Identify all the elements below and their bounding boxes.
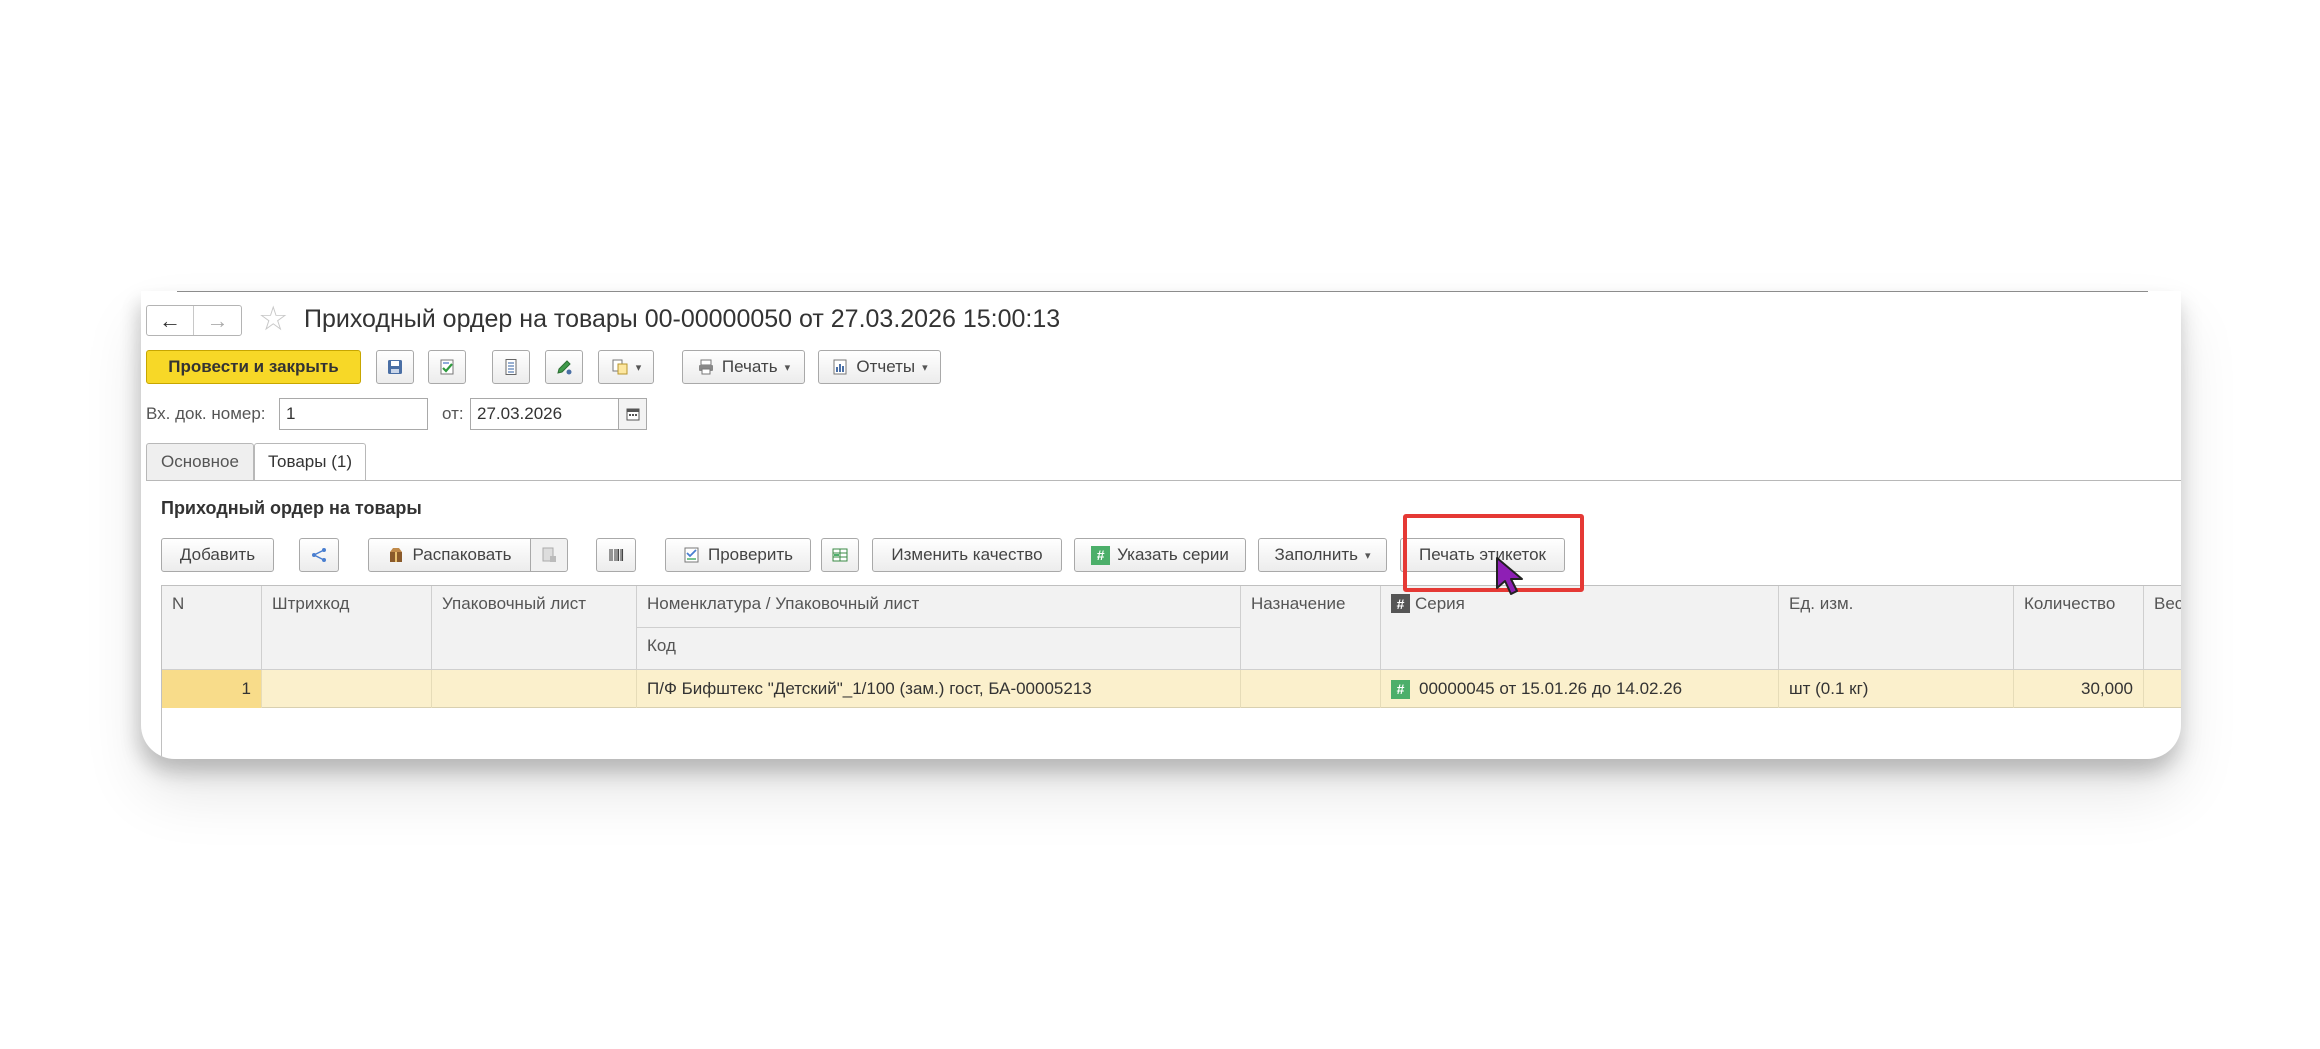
save-icon [388, 360, 402, 374]
section-title: Приходный ордер на товары [161, 498, 422, 518]
print-button-label: Печать [721, 357, 778, 376]
check-button[interactable]: Проверить [665, 538, 811, 572]
navigation-buttons: ← → [146, 305, 242, 336]
column-header-barcode[interactable]: Штрихкод [262, 586, 432, 670]
save-button[interactable] [376, 350, 414, 384]
chevron-down-icon: ▾ [635, 361, 642, 374]
list-document-icon [505, 359, 517, 375]
post-and-close-button[interactable]: Провести и закрыть [146, 350, 361, 384]
incoming-doc-number-label: Вх. док. номер: [146, 404, 266, 423]
cell-n[interactable]: 1 [162, 670, 262, 708]
series-hash-icon: # [1091, 545, 1111, 565]
reports-button-label: Отчеты [856, 357, 916, 376]
series-hash-icon: # [1391, 679, 1410, 699]
unpack-button[interactable]: Распаковать [368, 538, 531, 572]
report-icon [833, 359, 847, 375]
print-button[interactable]: Печать ▾ [682, 350, 805, 384]
table-compare-icon [832, 548, 848, 562]
column-header-unit[interactable]: Ед. изм. [1779, 586, 2014, 670]
column-header-series[interactable]: # Серия [1381, 586, 1779, 670]
packing-list-icon [542, 547, 556, 562]
document-window: ← → ☆ Приходный ордер на товары 00-00000… [141, 291, 2181, 759]
packing-list-button[interactable] [530, 538, 568, 572]
check-button-label: Проверить [707, 545, 794, 564]
column-header-weight[interactable]: Вес [2144, 586, 2181, 670]
split-icon [312, 548, 326, 562]
date-input[interactable] [470, 398, 619, 430]
split-line-button[interactable] [299, 538, 339, 572]
column-header-purpose[interactable]: Назначение [1241, 586, 1381, 670]
chevron-down-icon: ▾ [922, 361, 928, 374]
document-journal-button[interactable] [492, 350, 530, 384]
column-header-packing-list[interactable]: Упаковочный лист [432, 586, 637, 670]
box-icon [390, 548, 403, 562]
tab-main[interactable]: Основное [146, 443, 254, 481]
barcode-icon [609, 549, 624, 561]
chevron-down-icon: ▾ [784, 361, 791, 374]
cell-barcode[interactable] [262, 670, 432, 708]
calendar-icon [626, 408, 639, 421]
table-row[interactable]: 1 П/Ф Бифштекс "Детский"_1/100 (зам.) го… [162, 670, 2181, 708]
column-header-n[interactable]: N [162, 586, 262, 670]
goods-table: N Штрихкод Упаковочный лист Номенклатура… [161, 585, 2181, 759]
print-labels-button[interactable]: Печать этикеток [1400, 538, 1565, 572]
printer-icon [698, 359, 713, 375]
series-hash-icon: # [1391, 594, 1410, 613]
document-structure-icon [612, 359, 628, 375]
cell-nomenclature[interactable]: П/Ф Бифштекс "Детский"_1/100 (зам.) гост… [637, 670, 1241, 708]
checklist-icon [684, 547, 699, 563]
post-document-icon [440, 359, 454, 375]
cell-series-value: 00000045 от 15.01.26 до 14.02.26 [1419, 679, 1683, 698]
specify-series-label: Указать серии [1117, 545, 1229, 564]
window-top-border [177, 291, 2148, 292]
add-button[interactable]: Добавить [161, 538, 274, 572]
fill-button[interactable]: Заполнить ▾ [1258, 538, 1387, 572]
related-documents-button[interactable]: ▾ [598, 350, 654, 384]
tab-divider [146, 480, 2181, 481]
back-arrow-icon[interactable]: ← [147, 306, 194, 335]
column-header-code[interactable]: Код [637, 628, 1241, 670]
chevron-down-icon: ▾ [1364, 549, 1371, 562]
pencil-icon [557, 360, 572, 375]
compare-button[interactable] [821, 538, 859, 572]
specify-series-button[interactable]: # Указать серии [1074, 538, 1246, 572]
forward-arrow-icon[interactable]: → [194, 306, 241, 335]
cell-packing-list[interactable] [432, 670, 637, 708]
unpack-button-label: Распаковать [412, 545, 512, 564]
cell-purpose[interactable] [1241, 670, 1381, 708]
tab-goods[interactable]: Товары (1) [254, 443, 366, 481]
cell-series[interactable]: # 00000045 от 15.01.26 до 14.02.26 [1381, 670, 1779, 708]
cell-quantity[interactable]: 30,000 [2014, 670, 2144, 708]
document-title: Приходный ордер на товары 00-00000050 от… [304, 305, 1061, 333]
post-button[interactable] [428, 350, 466, 384]
date-label: от: [442, 404, 464, 423]
barcode-button[interactable] [596, 538, 636, 572]
column-header-nomenclature[interactable]: Номенклатура / Упаковочный лист [637, 586, 1241, 628]
change-quality-button[interactable]: Изменить качество [872, 538, 1062, 572]
reports-button[interactable]: Отчеты ▾ [818, 350, 941, 384]
fill-button-label: Заполнить [1274, 545, 1358, 564]
cell-weight[interactable] [2144, 670, 2181, 708]
calendar-button[interactable] [619, 398, 647, 430]
favorite-star-icon[interactable]: ☆ [258, 302, 288, 336]
column-header-quantity[interactable]: Количество [2014, 586, 2144, 670]
column-header-series-label: Серия [1415, 594, 1465, 613]
incoming-doc-number-input[interactable] [279, 398, 428, 430]
edit-document-button[interactable] [545, 350, 583, 384]
cell-unit[interactable]: шт (0.1 кг) [1779, 670, 2014, 708]
